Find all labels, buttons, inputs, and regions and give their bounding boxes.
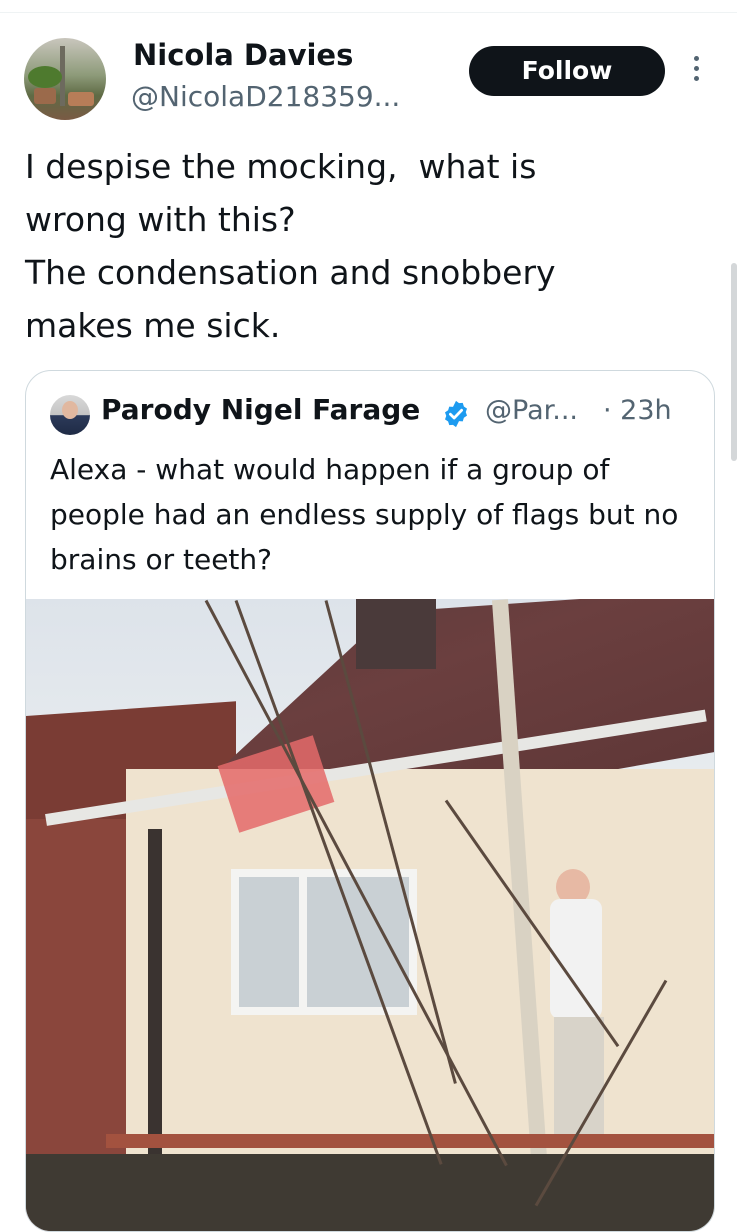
quoted-author-handle[interactable]: @Par... xyxy=(485,395,578,426)
author-display-name[interactable]: Nicola Davies xyxy=(133,38,353,72)
top-divider xyxy=(0,12,737,13)
more-vertical-icon[interactable] xyxy=(691,56,701,86)
quoted-timestamp[interactable]: · 23h xyxy=(603,395,672,426)
quoted-author-avatar[interactable] xyxy=(50,395,90,435)
author-avatar[interactable] xyxy=(24,38,106,120)
quoted-tweet-text: Alexa - what would happen if a group of … xyxy=(50,453,679,576)
scrollbar[interactable] xyxy=(731,263,737,461)
quoted-media-image[interactable] xyxy=(26,599,714,1231)
quoted-tweet-card[interactable]: Parody Nigel Farage @Par... · 23h Alexa … xyxy=(25,370,715,1232)
verified-badge-icon xyxy=(445,400,467,428)
tweet-text: I despise the mocking, what is wrong wit… xyxy=(25,147,556,345)
follow-button[interactable]: Follow xyxy=(469,46,665,96)
quoted-author-name[interactable]: Parody Nigel Farage xyxy=(101,393,420,426)
author-handle[interactable]: @NicolaD218359... xyxy=(131,80,400,113)
